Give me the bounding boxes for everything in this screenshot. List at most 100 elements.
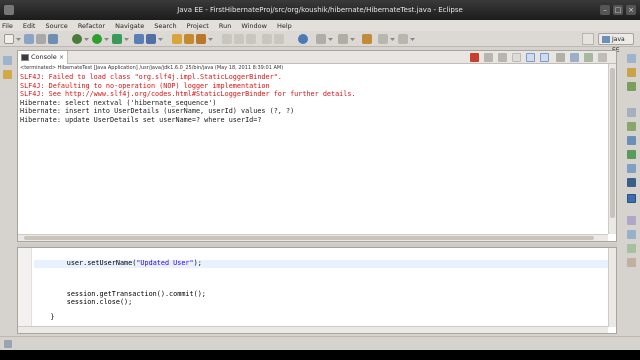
show-console-on-output-icon[interactable] [540,53,549,62]
run-dropdown-icon[interactable] [104,38,109,41]
new-class-dropdown-icon[interactable] [158,38,163,41]
restore-view-icon[interactable] [3,56,12,65]
open-perspective-button[interactable] [582,33,594,45]
menu-search[interactable]: Search [154,22,176,30]
eclipse-window: Java EE - FirstHibernateProj/src/org/kou… [0,0,640,360]
restore-editor-icon[interactable] [627,216,636,225]
back-dropdown-icon[interactable] [390,38,395,41]
menu-refactor[interactable]: Refactor [78,22,105,30]
problems-icon[interactable] [627,230,636,239]
new-dropdown-icon[interactable] [16,38,21,41]
editor-text[interactable]: user.setUserName("Updated User"); sessio… [34,252,610,333]
save-icon[interactable] [24,34,34,44]
remove-launch-icon[interactable] [484,53,493,62]
left-trim-bar [0,48,16,248]
console-line: SLF4J: Failed to load class "org.slf4j.i… [20,73,282,81]
data-source-explorer-icon[interactable] [627,164,636,173]
java-editor[interactable]: user.setUserName("Updated User"); sessio… [17,247,617,334]
console-horizontal-scrollbar[interactable] [18,234,608,241]
close-icon[interactable]: × [626,5,636,15]
show-whitespace-icon[interactable] [262,34,272,44]
code-text: session.close(); [66,297,133,306]
snippets-icon[interactable] [627,178,636,187]
toggle-block-icon[interactable] [234,34,244,44]
pin-console-icon[interactable] [556,53,565,62]
console-launch-status: <terminated> HibernateTest [Java Applica… [20,65,284,71]
toggle-whitespace-icon[interactable] [246,34,256,44]
terminate-icon[interactable] [470,53,479,62]
open-console-icon[interactable] [584,53,593,62]
tab-console[interactable]: Console × [18,51,68,64]
last-edit-location-icon[interactable] [362,34,372,44]
declaration-icon[interactable] [627,258,636,267]
open-task-icon[interactable] [184,34,194,44]
next-annotation-icon[interactable] [316,34,326,44]
forward-dropdown-icon[interactable] [410,38,415,41]
minimize-icon[interactable]: – [600,5,610,15]
editor-line: user.setUserName("Updated User"); [34,259,610,268]
external-tools-dropdown-icon[interactable] [124,38,129,41]
console-output[interactable]: SLF4J: Failed to load class "org.slf4j.i… [20,73,356,125]
outline-icon[interactable] [627,68,636,77]
back-icon[interactable] [378,34,388,44]
run-icon[interactable] [92,34,102,44]
minimize-view-icon[interactable] [598,53,607,62]
console-line: Hibernate: insert into UserDetails (user… [20,107,295,116]
package-explorer-icon[interactable] [3,70,12,79]
properties-icon[interactable] [627,136,636,145]
fast-view-icon[interactable] [4,340,12,348]
editor-vertical-scrollbar[interactable] [608,248,616,327]
task-list-icon[interactable] [627,82,636,91]
block-selection-icon[interactable] [274,34,284,44]
new-java-project-icon[interactable] [134,34,144,44]
print-icon[interactable] [36,34,46,44]
toggle-mark-icon[interactable] [222,34,232,44]
restore-bottom-icon[interactable] [627,108,636,117]
external-tools-icon[interactable] [112,34,122,44]
new-icon[interactable] [4,34,14,44]
menu-navigate[interactable]: Navigate [115,22,144,30]
debug-icon[interactable] [72,34,82,44]
perspective-java-ee-button[interactable]: Java EE [598,33,634,54]
console-vscroll-thumb[interactable] [610,68,615,218]
next-annotation-dropdown-icon[interactable] [328,38,333,41]
markers-icon[interactable] [627,122,636,131]
restore-view-right-icon[interactable] [627,54,636,63]
editor-horizontal-scrollbar[interactable] [18,326,608,333]
close-tab-icon[interactable]: × [59,51,64,64]
menu-run[interactable]: Run [219,22,231,30]
console-tab-label: Console [31,53,57,61]
javadoc-icon[interactable] [627,244,636,253]
console-view-icon[interactable] [627,194,636,203]
menu-window[interactable]: Window [241,22,267,30]
display-selected-console-icon[interactable] [570,53,579,62]
previous-annotation-icon[interactable] [338,34,348,44]
new-package-icon[interactable] [146,34,156,44]
browser-icon[interactable] [298,34,308,44]
debug-dropdown-icon[interactable] [84,38,89,41]
new-server-icon[interactable] [48,34,58,44]
forward-icon[interactable] [398,34,408,44]
menu-project[interactable]: Project [187,22,209,30]
search-dropdown-icon[interactable] [208,38,213,41]
clear-console-icon[interactable] [512,53,521,62]
search-icon[interactable] [196,34,206,44]
editor-ruler[interactable] [18,248,32,333]
scroll-lock-icon[interactable] [526,53,535,62]
open-type-icon[interactable] [172,34,182,44]
menu-file[interactable]: File [2,22,13,30]
maximize-icon[interactable]: □ [613,5,623,15]
menu-edit[interactable]: Edit [23,22,36,30]
previous-annotation-dropdown-icon[interactable] [350,38,355,41]
remove-all-terminated-icon[interactable] [498,53,507,62]
console-vertical-scrollbar[interactable] [608,64,616,234]
code-text: } [50,313,55,322]
console-hscroll-thumb[interactable] [24,236,594,240]
console-view: Console × <terminated> HibernateTest [Ja… [17,50,617,242]
menu-source[interactable]: Source [45,22,67,30]
servers-icon[interactable] [627,150,636,159]
editor-line: } [34,313,610,322]
menu-help[interactable]: Help [277,22,292,30]
